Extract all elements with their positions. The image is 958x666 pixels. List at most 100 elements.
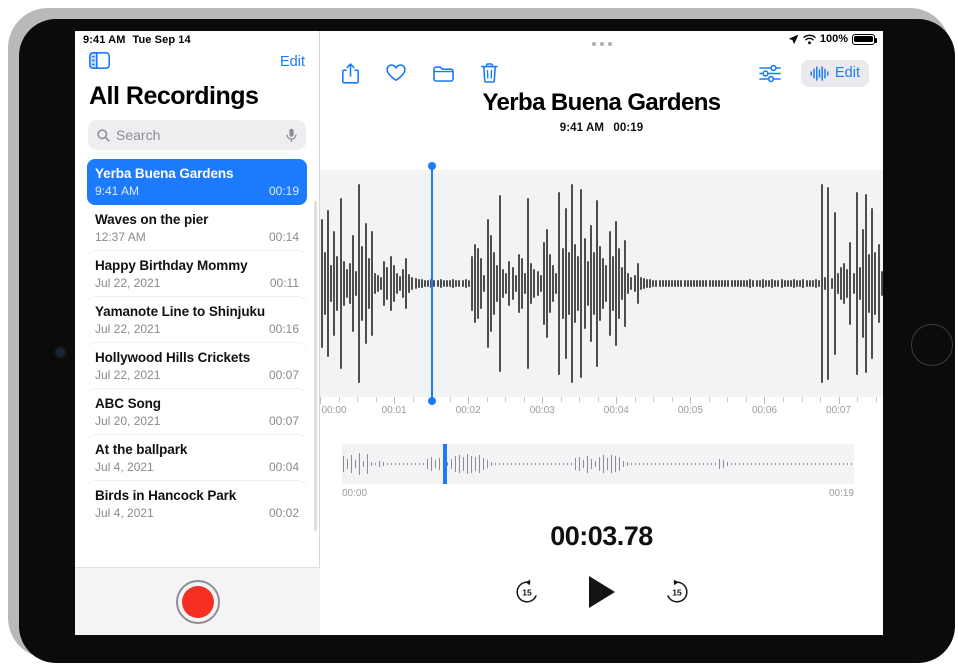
detail-toolbar-left xyxy=(342,62,498,84)
waveform-bar xyxy=(846,268,849,299)
scrubber[interactable]: 00:00 00:19 xyxy=(342,444,854,504)
scrubber-bar xyxy=(646,463,649,465)
waveform-bar xyxy=(458,280,461,287)
detail-toolbar-right: Edit xyxy=(759,59,869,87)
scrubber-bar xyxy=(610,454,613,474)
recording-list-item[interactable]: Birds in Hancock Park Jul 4, 2021 00:02 xyxy=(87,481,307,527)
waveform-bar xyxy=(868,254,871,313)
audio-sliders-icon[interactable] xyxy=(759,64,781,83)
axis-tick xyxy=(505,397,507,402)
waveform-bar xyxy=(564,208,567,359)
scrubber-bar xyxy=(482,458,485,470)
waveform-bar xyxy=(649,279,652,288)
waveform-bar xyxy=(455,280,458,287)
recording-list-item[interactable]: ABC Song Jul 20, 2021 00:07 xyxy=(87,389,307,435)
search-input[interactable]: Search xyxy=(116,127,280,143)
waveform-bar xyxy=(630,277,633,290)
multitasking-handle[interactable] xyxy=(591,42,612,46)
recording-meta: 9:41 AM 00:19 xyxy=(320,122,883,134)
waveform-bar xyxy=(577,256,580,311)
waveform-bar xyxy=(539,275,542,292)
scrubber-bar xyxy=(742,463,745,465)
scrubber-bar xyxy=(406,463,409,465)
main-waveform[interactable] xyxy=(320,170,883,397)
recording-item-duration: 00:11 xyxy=(269,276,299,290)
trash-icon[interactable] xyxy=(481,63,498,83)
waveform-bar xyxy=(661,280,664,287)
scrubber-bar xyxy=(578,456,581,472)
heart-icon[interactable] xyxy=(386,64,406,82)
axis-tick xyxy=(394,397,396,404)
waveform-bar xyxy=(827,187,830,380)
waveform-bar xyxy=(764,280,767,287)
waveform-bar xyxy=(655,280,658,287)
waveform-bar xyxy=(746,280,749,287)
scrubber-bar xyxy=(778,463,781,465)
waveform-bar xyxy=(489,235,492,332)
waveform-bar xyxy=(361,245,364,322)
scrubber-bar xyxy=(846,462,849,465)
search-bar[interactable]: Search xyxy=(88,120,306,150)
waveform-bar xyxy=(636,262,639,305)
waveform-bar xyxy=(699,280,702,287)
scrubber-waveform[interactable] xyxy=(342,444,854,484)
waveform-bar xyxy=(505,273,508,294)
edit-recording-button[interactable]: Edit xyxy=(801,59,869,87)
waveform-bar xyxy=(811,280,814,287)
waveform-bar xyxy=(352,235,355,332)
scrubber-bar xyxy=(678,463,681,465)
waveform-bar xyxy=(345,268,348,299)
scrubber-bar xyxy=(410,463,413,465)
waveform-bar xyxy=(858,266,861,301)
skip-back-15-icon[interactable]: 15 xyxy=(513,578,541,606)
scrubber-bar xyxy=(414,463,417,465)
axis-tick-label: 00:04 xyxy=(603,405,629,416)
skip-forward-15-icon[interactable]: 15 xyxy=(663,578,691,606)
share-icon[interactable] xyxy=(342,62,359,84)
recording-item-title: Happy Birthday Mommy xyxy=(95,258,248,273)
waveform-playhead[interactable] xyxy=(427,162,436,405)
waveform-bar xyxy=(380,277,383,290)
sidebar-edit-button[interactable]: Edit xyxy=(280,54,305,70)
scrubber-bar xyxy=(562,463,565,465)
scrubber-bar xyxy=(514,463,517,465)
scrubber-bar xyxy=(518,463,521,465)
waveform-bar xyxy=(705,280,708,287)
waveform-bar xyxy=(730,280,733,287)
sidebar-toggle-icon[interactable] xyxy=(89,51,111,70)
scrubber-bar xyxy=(546,463,549,465)
play-button[interactable] xyxy=(588,576,615,608)
scrubber-bar xyxy=(454,456,457,472)
waveform-bar xyxy=(617,247,620,320)
recording-list-item[interactable]: Yerba Buena Gardens 9:41 AM 00:19 xyxy=(87,159,307,205)
waveform-bar xyxy=(542,241,545,326)
waveform-bar xyxy=(852,273,855,294)
recording-list-item[interactable]: At the ballpark Jul 4, 2021 00:04 xyxy=(87,435,307,481)
sidebar-scrollbar[interactable] xyxy=(314,201,317,531)
scrubber-playhead[interactable] xyxy=(442,444,447,484)
recording-list-item[interactable]: Yamanote Line to Shinjuku Jul 22, 2021 00:… xyxy=(87,297,307,343)
waveform-bar xyxy=(830,278,833,289)
scrubber-bar xyxy=(558,463,561,465)
axis-tick xyxy=(579,397,581,402)
waveform-bar xyxy=(327,210,330,357)
scrubber-bar xyxy=(474,457,477,471)
location-arrow-icon xyxy=(788,34,799,44)
record-button[interactable] xyxy=(175,579,220,624)
waveform-bar xyxy=(768,280,771,287)
scrubber-bar xyxy=(510,463,513,465)
scrubber-bar xyxy=(450,458,453,470)
recording-list-item[interactable]: Happy Birthday Mommy Jul 22, 2021 00:11 xyxy=(87,251,307,297)
recording-list-item[interactable]: Hollywood Hills Crickets Jul 22, 2021 00:0… xyxy=(87,343,307,389)
scrubber-bar xyxy=(538,463,541,465)
folder-icon[interactable] xyxy=(433,65,454,82)
waveform-bar xyxy=(533,268,536,299)
scrubber-bar xyxy=(438,458,441,470)
scrubber-bar xyxy=(842,463,845,465)
waveform-bar xyxy=(855,191,858,376)
scrubber-bar xyxy=(726,461,729,467)
recording-list-item[interactable]: Waves on the pier 12:37 AM 00:14 xyxy=(87,205,307,251)
waveform-bar xyxy=(342,260,345,307)
scrubber-bar xyxy=(730,462,733,465)
waveform-bar xyxy=(558,191,561,376)
